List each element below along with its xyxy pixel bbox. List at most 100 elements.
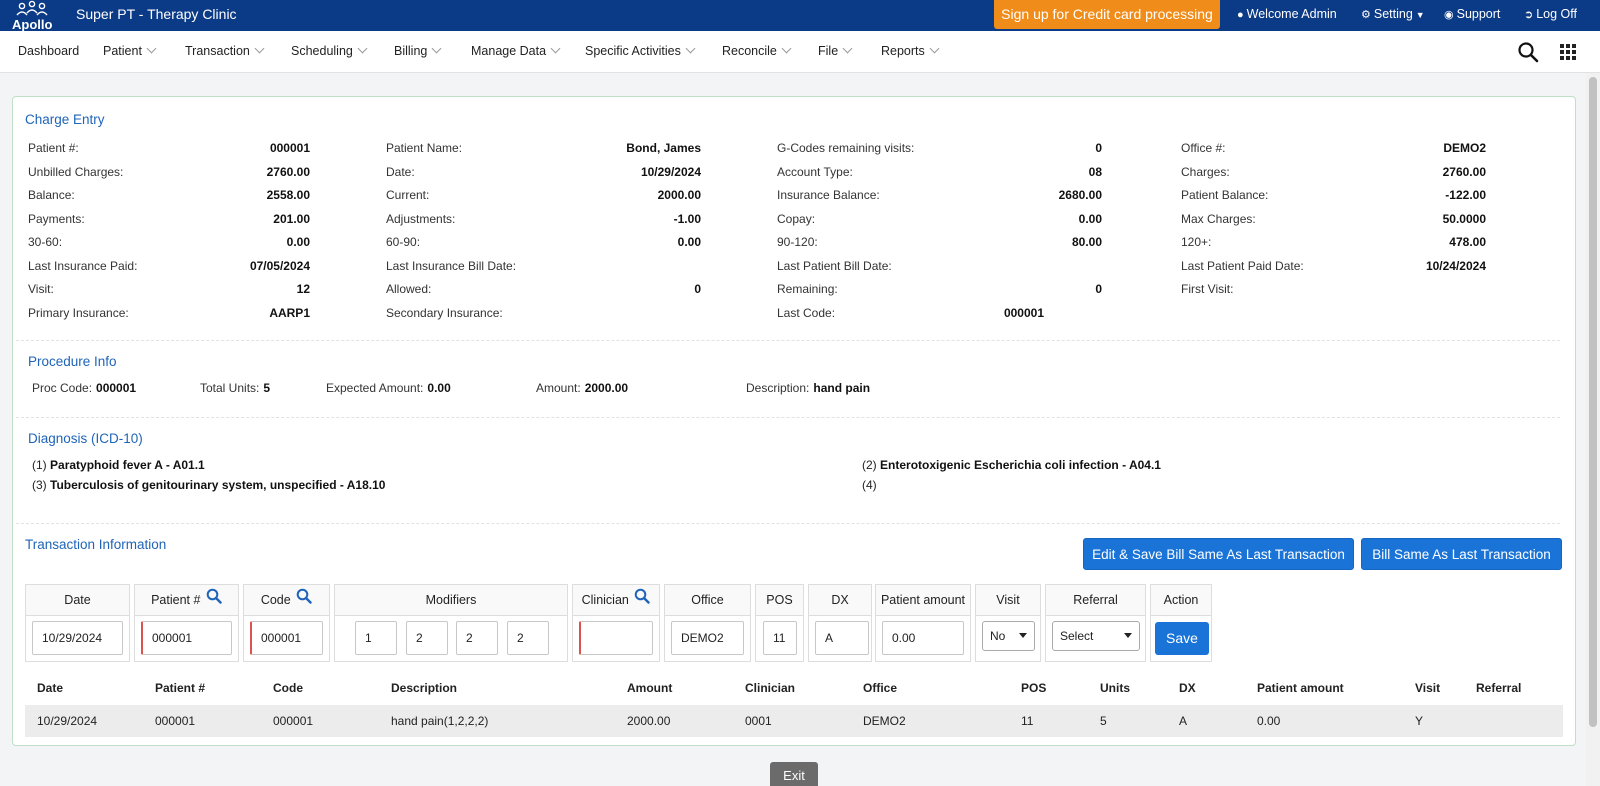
field-label: Unbilled Charges: [28,164,124,179]
setting-menu[interactable]: ⚙ Setting ▼ [1361,7,1425,21]
tx-patient-cell: Patient # 000001 [134,584,239,662]
field-value: 08 [1088,164,1102,179]
nav-specific-activities[interactable]: Specific Activities [585,43,696,58]
nav-file[interactable]: File [818,43,853,58]
grid-col-header[interactable]: Amount [627,681,672,695]
field-label: Account Type: [777,164,853,179]
grid-col-header[interactable]: Office [863,681,897,695]
field-label: Charges: [1181,164,1230,179]
scrollbar-thumb[interactable] [1589,77,1597,727]
user-icon: ● [1237,9,1244,21]
field-label: Last Insurance Bill Date: [386,258,517,273]
date-input[interactable]: 10/29/2024 [32,621,123,655]
nav-manage-data[interactable]: Manage Data [471,43,561,58]
pos-input[interactable]: 11 [763,621,797,655]
nav-label: Manage Data [471,44,547,58]
logoff-link[interactable]: ➲ Log Off [1524,7,1577,21]
field-label: Secondary Insurance: [386,305,503,320]
nav-scheduling[interactable]: Scheduling [291,43,368,58]
grid-col-header[interactable]: DX [1179,681,1196,695]
caret-down-icon [1019,633,1027,638]
tx-header-clinician: Clinician [573,585,659,616]
field-value: 0.00 [286,235,310,249]
tx-header-referral: Referral [1046,585,1145,616]
search-icon[interactable] [296,585,312,616]
clinician-input[interactable] [579,621,653,655]
apps-grid-icon[interactable] [1560,44,1576,60]
grid-col-header[interactable]: Patient # [155,681,205,695]
search-icon[interactable] [1517,41,1539,63]
description: Description: hand pain [746,381,871,395]
grid-col-header[interactable]: Code [273,681,303,695]
apollo-logo[interactable]: Apollo [8,0,60,31]
modifier-4-input[interactable]: 2 [507,621,549,655]
field-value: AARP1 [269,305,310,320]
support-link[interactable]: ◉ Support [1444,7,1500,21]
field-label: Date: [386,164,415,179]
field-value: 12 [296,282,310,296]
referral-select[interactable]: Select [1052,621,1140,651]
modifier-1-input[interactable]: 1 [355,621,397,655]
grid-col-header[interactable]: Visit [1415,681,1440,695]
edit-save-bill-same-button[interactable]: Edit & Save Bill Same As Last Transactio… [1083,538,1354,570]
save-button[interactable]: Save [1155,622,1209,655]
grid-col-header[interactable]: POS [1021,681,1046,695]
field-value: 2680.00 [1058,188,1102,202]
exit-button[interactable]: Exit [770,762,818,786]
nav-reports[interactable]: Reports [881,43,940,58]
tx-header-code-label: Code [260,593,291,607]
divider [16,340,1560,341]
main-nav: Dashboard Patient Transaction Scheduling… [0,31,1600,73]
modifier-3-input[interactable]: 2 [456,621,498,655]
grid-col-header[interactable]: Units [1100,681,1130,695]
nav-reconcile[interactable]: Reconcile [722,43,792,58]
field-label: 120+: [1181,235,1212,249]
code-input[interactable]: 000001 [250,621,323,655]
dx-input[interactable]: A [815,621,869,655]
grid-col-header[interactable]: Referral [1476,681,1521,695]
field-value: -122.00 [1445,188,1486,202]
nav-dashboard[interactable]: Dashboard [18,44,79,58]
tx-header-office: Office [665,585,750,616]
caret-down-icon [1124,633,1132,638]
field-label: Last Patient Paid Date: [1181,258,1304,273]
tx-header-date: Date [26,585,129,616]
bill-same-as-last-button[interactable]: Bill Same As Last Transaction [1361,538,1562,570]
nav-billing[interactable]: Billing [394,43,442,58]
chevron-down-icon [550,43,561,54]
modifier-2-input[interactable]: 2 [406,621,448,655]
welcome-admin-link[interactable]: ● Welcome Admin [1237,7,1337,21]
patient-amount-input[interactable]: 0.00 [882,621,964,655]
diagnosis-4: (4) [862,478,877,492]
visit-select[interactable]: No [982,621,1035,651]
field-label: 90-120: [777,235,818,249]
table-row[interactable]: 10/29/2024 000001 000001 hand pain(1,2,2,2)… [25,705,1563,737]
grid-col-header[interactable]: Clinician [745,681,795,695]
tx-referral-cell: Referral Select [1045,584,1146,662]
vertical-scrollbar[interactable] [1586,73,1600,786]
search-icon[interactable] [206,585,222,616]
tx-header-patient: Patient # [135,585,238,616]
search-icon[interactable] [634,585,651,616]
tx-code-cell: Code 000001 [243,584,330,662]
grid-cell: A [1179,714,1188,728]
nav-label: Billing [394,44,428,58]
field-label: Adjustments: [386,211,456,226]
nav-label: Reconcile [722,44,777,58]
grid-col-header[interactable]: Date [37,681,63,695]
grid-col-header[interactable]: Patient amount [1257,681,1344,695]
divider [16,417,1560,418]
tx-header-patient-label: Patient # [151,593,201,607]
grid-cell: 0.00 [1257,714,1281,728]
field-label: Office #: [1181,141,1226,155]
nav-transaction[interactable]: Transaction [185,43,265,58]
divider [16,523,1560,524]
patient-number-input[interactable]: 000001 [141,621,232,655]
office-input[interactable]: DEMO2 [671,621,744,655]
amount: Amount: 2000.00 [536,381,629,395]
nav-patient[interactable]: Patient [103,43,157,58]
grid-cell: 5 [1100,714,1107,728]
tx-header-pos: POS [756,585,803,616]
grid-col-header[interactable]: Description [391,681,457,695]
signup-credit-card-button[interactable]: Sign up for Credit card processing [994,0,1220,29]
